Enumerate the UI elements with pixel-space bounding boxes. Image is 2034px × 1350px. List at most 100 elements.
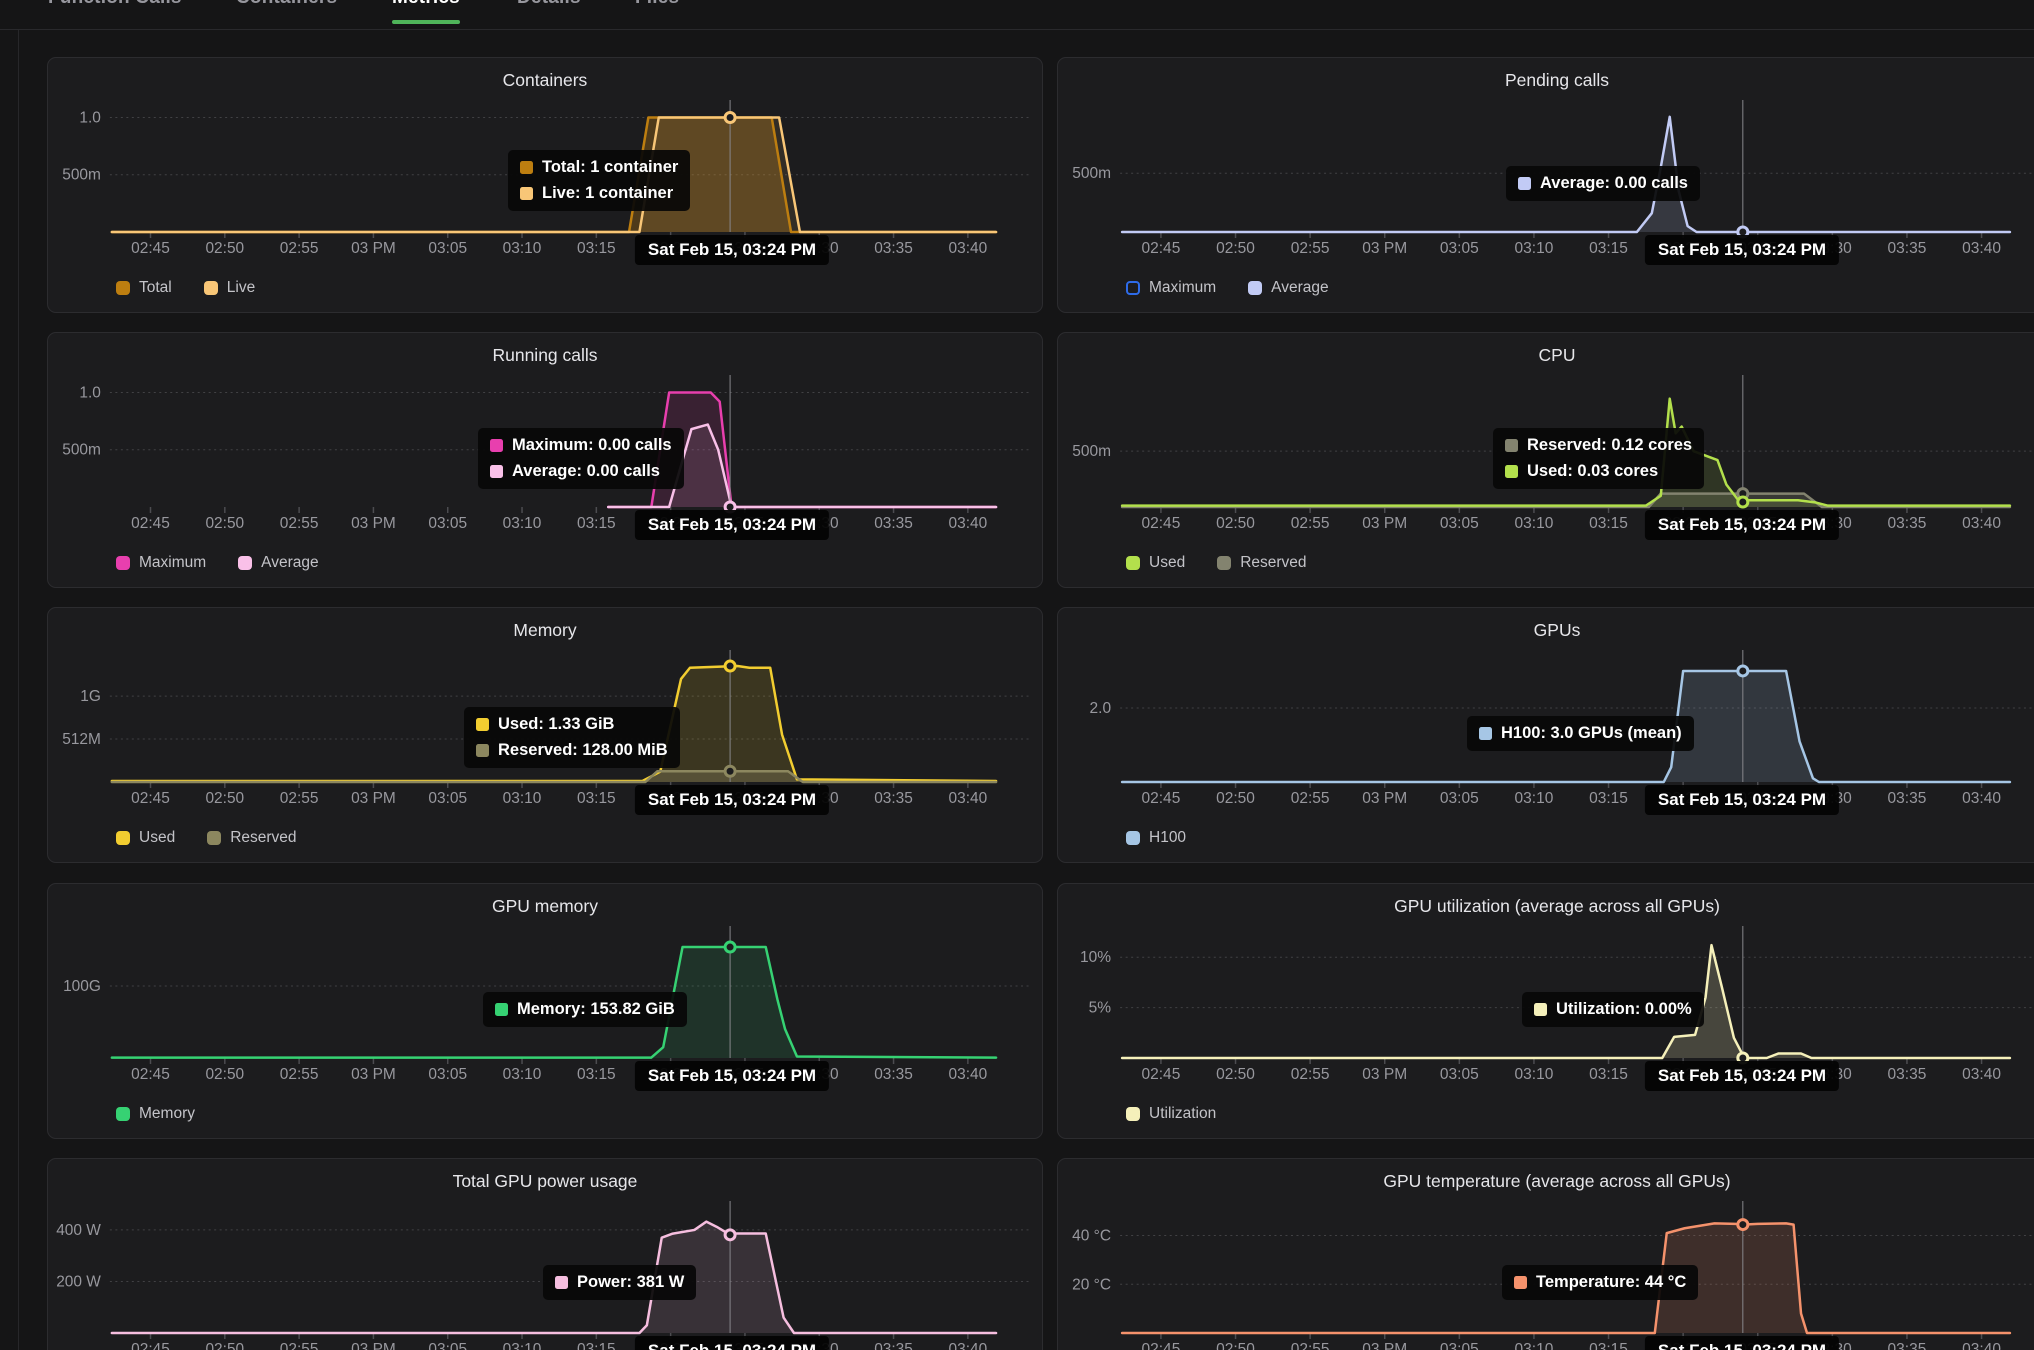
tooltip-text: H100: 3.0 GPUs (mean): [1501, 724, 1682, 743]
legend-label: Maximum: [1149, 279, 1216, 297]
x-axis-label: 03:40: [949, 1066, 988, 1083]
x-axis-label: 02:45: [131, 240, 170, 257]
chart-card-memory: Memory1G512M02:4502:5002:5503 PM03:0503:…: [47, 607, 1043, 863]
legend-item-used[interactable]: Used: [116, 829, 175, 847]
x-axis-label: 03 PM: [351, 1066, 396, 1083]
x-axis-label: 03:15: [1589, 1341, 1628, 1350]
legend-item-total[interactable]: Total: [116, 279, 172, 297]
y-axis-label: 10%: [1080, 949, 1111, 966]
chart-legend: Total Live: [116, 279, 255, 297]
x-axis-label: 03:05: [1440, 240, 1479, 257]
x-axis-label: 02:45: [131, 790, 170, 807]
chart-plot[interactable]: 2.002:4502:5002:5503 PM03:0503:1003:1503…: [1058, 642, 2034, 788]
date-tooltip: Sat Feb 15, 03:24 PM: [1645, 235, 1839, 265]
x-axis-label: 03:10: [1515, 240, 1554, 257]
x-axis-label: 02:50: [1216, 1066, 1255, 1083]
chart-legend: H100: [1126, 829, 1186, 847]
tab-function-calls[interactable]: Function Calls: [48, 0, 182, 9]
x-axis-label: 02:50: [205, 790, 244, 807]
legend-label: Total: [139, 279, 172, 297]
series-swatch: [1505, 439, 1518, 452]
chart-title: Pending calls: [1058, 70, 2034, 91]
legend-swatch: [116, 281, 130, 295]
tab-details[interactable]: Details: [517, 0, 581, 9]
legend-swatch: [116, 556, 130, 570]
tab-metrics[interactable]: Metrics: [392, 0, 460, 9]
legend-swatch: [1126, 556, 1140, 570]
legend-swatch: [1248, 281, 1262, 295]
x-axis-label: 03:10: [503, 515, 542, 532]
tooltip-text: Reserved: 0.12 cores: [1527, 436, 1692, 455]
legend-item-h100[interactable]: H100: [1126, 829, 1186, 847]
tab-containers[interactable]: Containers: [236, 0, 337, 9]
x-axis-label: 03 PM: [351, 240, 396, 257]
legend-item-reserved[interactable]: Reserved: [207, 829, 296, 847]
x-axis-label: 03:35: [1888, 790, 1927, 807]
legend-item-utilization[interactable]: Utilization: [1126, 1105, 1216, 1123]
y-axis-label: 100G: [63, 978, 101, 995]
series-swatch: [520, 187, 533, 200]
tooltip-text: Average: 0.00 calls: [512, 462, 660, 481]
legend-item-maximum[interactable]: Maximum: [116, 554, 206, 572]
y-axis-label: 512M: [62, 731, 101, 748]
x-axis-label: 02:55: [280, 1341, 319, 1350]
legend-swatch: [204, 281, 218, 295]
x-axis-label: 03:10: [1515, 1341, 1554, 1350]
x-axis-label: 03:40: [949, 1341, 988, 1350]
tab-files[interactable]: Files: [635, 0, 679, 9]
x-axis-label: 03:15: [1589, 240, 1628, 257]
tooltip-text: Average: 0.00 calls: [1540, 174, 1688, 193]
legend-item-used[interactable]: Used: [1126, 554, 1185, 572]
x-axis-label: 03 PM: [1362, 790, 1407, 807]
date-tooltip: Sat Feb 15, 03:24 PM: [635, 1336, 829, 1350]
chart-card-gpu-temperature: GPU temperature (average across all GPUs…: [1057, 1158, 2034, 1350]
legend-swatch: [1217, 556, 1231, 570]
x-axis-label: 03:35: [874, 240, 913, 257]
x-axis-label: 03:35: [874, 790, 913, 807]
legend-label: Utilization: [1149, 1105, 1216, 1123]
hover-marker: [725, 661, 735, 671]
legend-item-memory[interactable]: Memory: [116, 1105, 195, 1123]
x-axis-label: 03:35: [1888, 240, 1927, 257]
x-axis-label: 03 PM: [351, 1341, 396, 1350]
x-axis-label: 02:55: [280, 515, 319, 532]
hover-marker: [725, 942, 735, 952]
legend-swatch: [1126, 831, 1140, 845]
chart-card-cpu: CPU500m02:4502:5002:5503 PM03:0503:1003:…: [1057, 332, 2034, 588]
series-swatch: [476, 744, 489, 757]
x-axis-label: 02:45: [1142, 790, 1181, 807]
chart-plot[interactable]: 100G02:4502:5002:5503 PM03:0503:1003:150…: [48, 918, 1042, 1064]
y-axis-label: 2.0: [1090, 700, 1112, 717]
date-tooltip: Sat Feb 15, 03:24 PM: [635, 235, 829, 265]
x-axis-label: 03:40: [1962, 1341, 2001, 1350]
y-axis-label: 40 °C: [1072, 1228, 1111, 1245]
x-axis-label: 03 PM: [351, 515, 396, 532]
legend-item-reserved[interactable]: Reserved: [1217, 554, 1306, 572]
x-axis-label: 03:15: [1589, 1066, 1628, 1083]
x-axis-label: 03:10: [503, 790, 542, 807]
chart-legend: Used Reserved: [116, 829, 297, 847]
chart-title: Running calls: [48, 345, 1042, 366]
legend-item-maximum[interactable]: Maximum: [1126, 279, 1216, 297]
chart-plot[interactable]: 10%5%02:4502:5002:5503 PM03:0503:1003:15…: [1058, 918, 2034, 1064]
chart-card-running-calls: Running calls1.0500m02:4502:5002:5503 PM…: [47, 332, 1043, 588]
x-axis-label: 03:10: [503, 240, 542, 257]
legend-item-live[interactable]: Live: [204, 279, 255, 297]
chart-title: GPU utilization (average across all GPUs…: [1058, 896, 2034, 917]
series-swatch: [1514, 1276, 1527, 1289]
chart-card-gpus: GPUs2.002:4502:5002:5503 PM03:0503:1003:…: [1057, 607, 2034, 863]
chart-legend: Maximum Average: [116, 554, 319, 572]
x-axis-label: 03:05: [1440, 515, 1479, 532]
legend-swatch: [116, 831, 130, 845]
chart-plot[interactable]: 500m02:4502:5002:5503 PM03:0503:1003:150…: [1058, 92, 2034, 238]
y-axis-label: 5%: [1089, 1000, 1112, 1017]
chart-legend: Maximum Average: [1126, 279, 1329, 297]
tooltip-text: Live: 1 container: [542, 184, 673, 203]
legend-item-average[interactable]: Average: [238, 554, 318, 572]
x-axis-label: 02:45: [131, 1341, 170, 1350]
x-axis-label: 03:40: [949, 240, 988, 257]
x-axis-label: 03:10: [503, 1066, 542, 1083]
date-tooltip: Sat Feb 15, 03:24 PM: [635, 1061, 829, 1091]
legend-item-average[interactable]: Average: [1248, 279, 1328, 297]
legend-label: Reserved: [230, 829, 296, 847]
